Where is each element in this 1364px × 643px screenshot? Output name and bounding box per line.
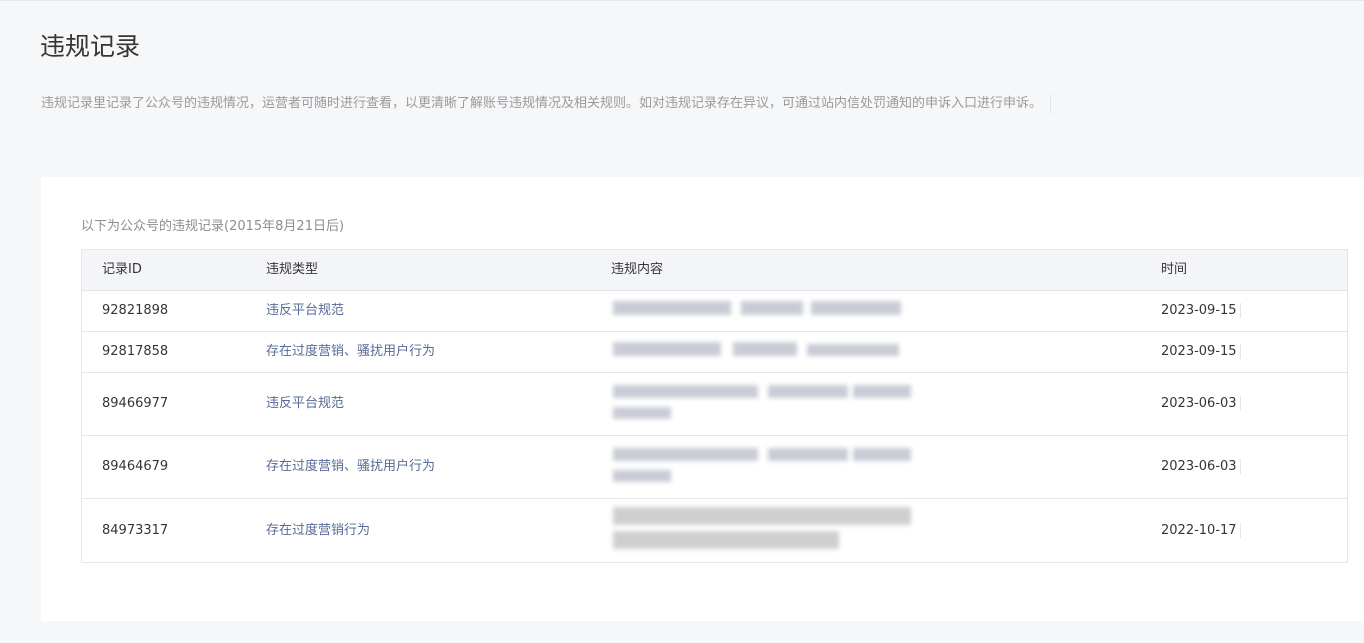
violation-content-redacted [611,499,1161,562]
redacted-text [613,448,913,488]
record-id: 89464679 [102,459,169,474]
record-id: 89466977 [102,396,169,411]
table-row: 89464679 存在过度营销、骚扰用户行为 2023-06-03 [82,436,1347,499]
record-time: 2023-06-03 [1161,457,1347,477]
header-time: 时间 [1161,260,1347,280]
violation-content-redacted [611,436,1161,498]
violation-content-redacted [611,373,1161,435]
table-header: 记录ID 违规类型 违规内容 时间 [82,250,1347,291]
records-intro: 以下为公众号的违规记录(2015年8月21日后) [81,219,345,234]
record-time: 2022-10-17 [1161,521,1347,541]
redacted-text [613,507,913,553]
violation-type: 存在过度营销行为 [266,522,371,538]
record-id: 92821898 [102,303,169,318]
violation-type: 存在过度营销、骚扰用户行为 [266,344,436,359]
record-time: 2023-09-15 [1161,342,1347,362]
violation-type: 违反平台规范 [266,303,345,318]
table-row: 92817858 存在过度营销、骚扰用户行为 2023-09-15 [82,332,1347,373]
violation-type: 违反平台规范 [266,396,345,411]
table-row: 92821898 违反平台规范 2023-09-15 [82,291,1347,332]
redacted-text [613,385,913,425]
records-card: 以下为公众号的违规记录(2015年8月21日后) 记录ID 违规类型 违规内容 … [41,177,1364,621]
violation-records-page: 违规记录 违规记录里记录了公众号的违规情况，运营者可随时进行查看，以更清晰了解账… [0,0,1364,643]
redacted-text [613,342,903,358]
header-violation-type: 违规类型 [266,262,319,277]
violation-content-redacted [611,291,1161,331]
violation-type: 存在过度营销、骚扰用户行为 [266,459,436,474]
header-record-id: 记录ID [102,262,142,277]
page-title: 违规记录 [40,32,141,61]
violation-content-redacted [611,332,1161,372]
table-row: 84973317 存在过度营销行为 2022-10-17 [82,499,1347,562]
header-violation-content: 违规内容 [611,262,664,277]
record-time: 2023-06-03 [1161,394,1347,414]
record-time: 2023-09-15 [1161,301,1347,321]
violation-table: 记录ID 违规类型 违规内容 时间 92821898 违反平台规范 2023-0… [81,249,1348,563]
record-id: 84973317 [102,522,169,538]
redacted-text [613,301,903,317]
record-id: 92817858 [102,344,169,359]
header-time-label: 时间 [1161,262,1188,277]
table-row: 89466977 违反平台规范 2023-06-03 [82,373,1347,436]
page-description: 违规记录里记录了公众号的违规情况，运营者可随时进行查看，以更清晰了解账号违规情况… [41,94,1052,114]
